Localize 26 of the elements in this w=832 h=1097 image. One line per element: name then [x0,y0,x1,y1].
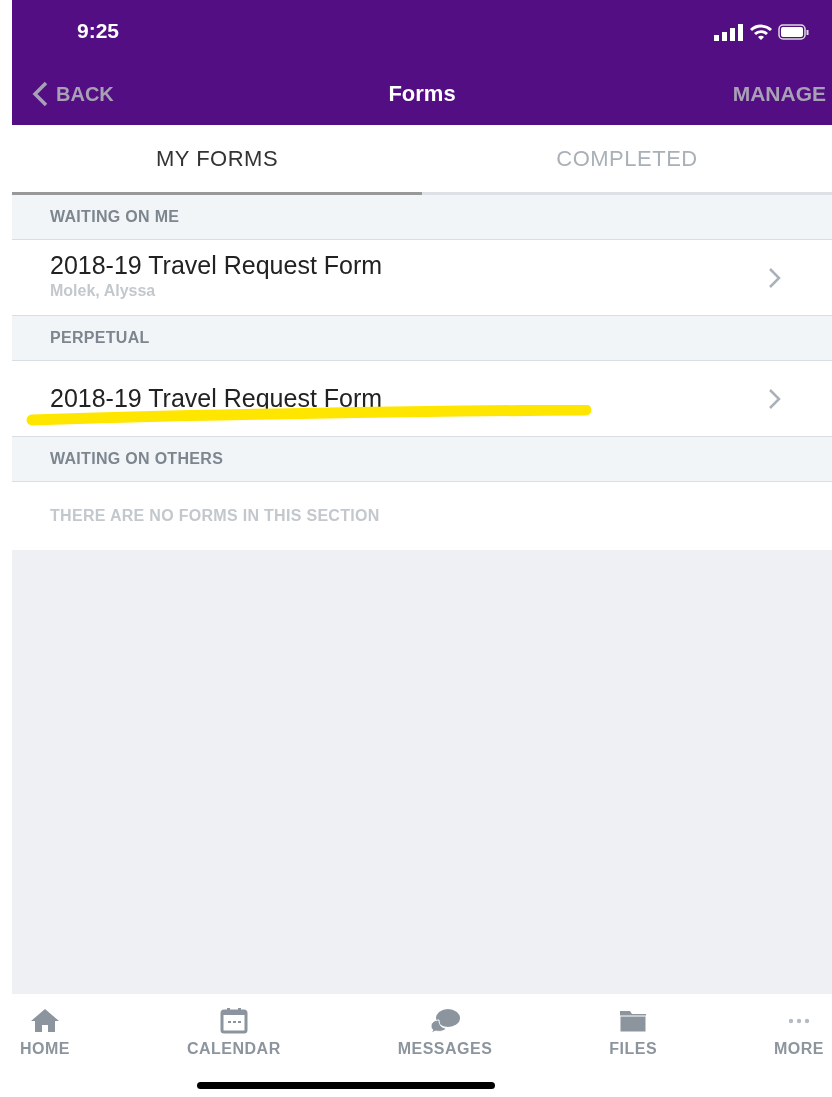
form-list-item[interactable]: 2018-19 Travel Request Form [12,361,832,437]
form-title: 2018-19 Travel Request Form [50,384,384,413]
calendar-icon [218,1007,249,1035]
chevron-right-icon [768,387,782,410]
form-subtitle: Molek, Alyssa [50,281,157,302]
section-header: PERPETUAL [50,328,150,348]
chevron-right-icon [768,266,782,289]
clock-time: 9:25 [77,18,120,45]
manage-button[interactable]: MANAGE [732,77,832,110]
home-icon [30,1007,60,1035]
form-title: 2018-19 Travel Request Form [50,251,384,280]
form-list-item[interactable]: 2018-19 Travel Request Form Molek, Alyssa [12,240,832,316]
chevron-left-icon [32,80,48,107]
more-icon [788,1018,810,1024]
page-title: Forms [388,81,456,106]
back-button[interactable]: BACK [32,78,114,109]
empty-message: THERE ARE NO FORMS IN THIS SECTION [50,506,380,526]
section-header: WAITING ON ME [50,207,180,227]
section-header: WAITING ON OTHERS [50,449,224,469]
tab-bar-item[interactable]: HOME [20,994,70,1069]
tab-bar-item[interactable]: MESSAGES [397,994,493,1069]
tab-bar-item[interactable]: CALENDAR [186,994,281,1069]
tab-bar-item[interactable]: MORE [774,994,824,1069]
tab[interactable]: COMPLETED [422,125,832,195]
tab-bar-item[interactable]: FILES [609,994,658,1069]
chat-bubbles-icon [429,1007,460,1035]
